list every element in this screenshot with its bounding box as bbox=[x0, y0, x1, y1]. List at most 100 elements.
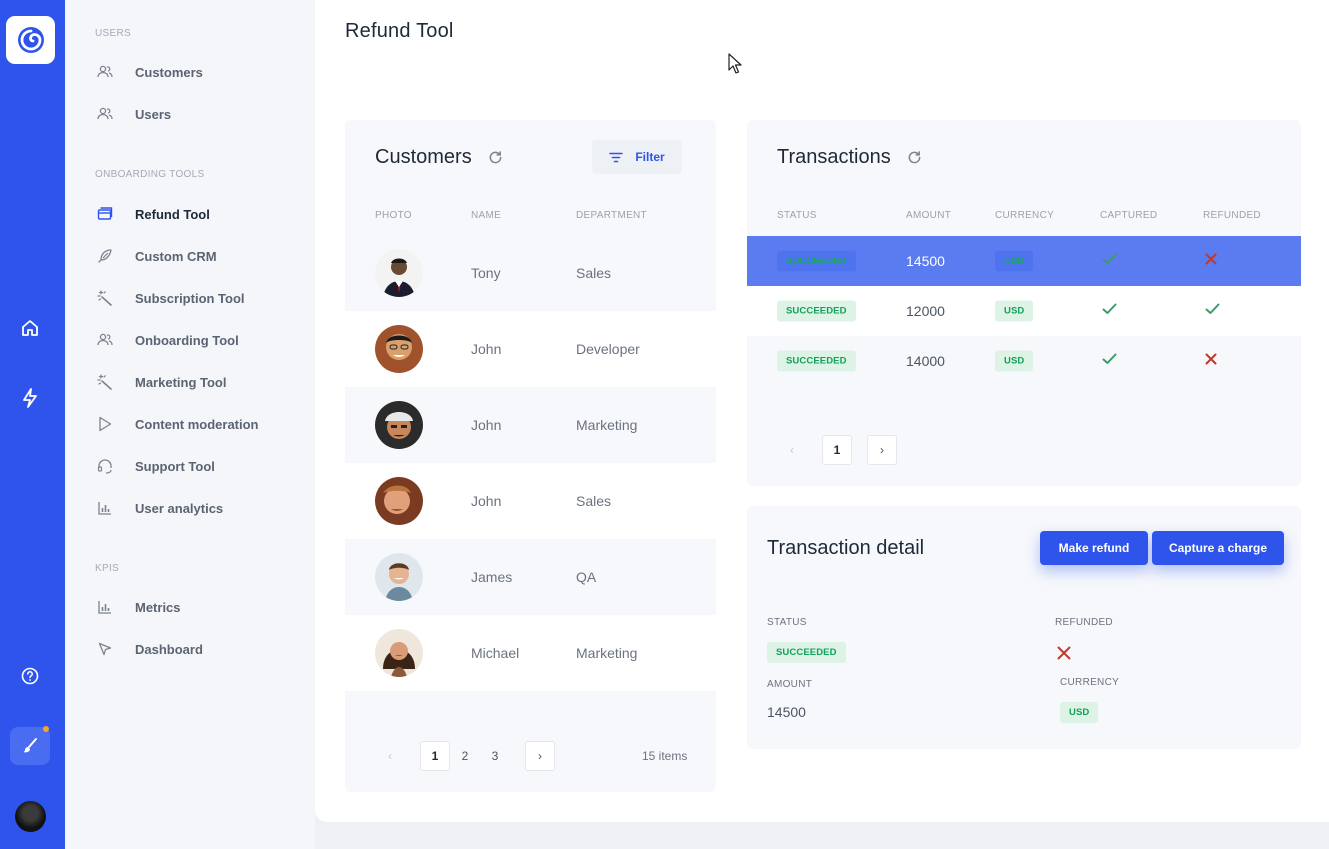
users-icon bbox=[95, 62, 115, 82]
sidebar-item-metrics[interactable]: Metrics bbox=[95, 596, 181, 618]
sidebar-item-user-analytics[interactable]: User analytics bbox=[95, 497, 223, 519]
check-icon bbox=[1102, 252, 1117, 270]
sidebar-item-refund-tool[interactable]: Refund Tool bbox=[95, 203, 210, 225]
next-page-button[interactable]: › bbox=[525, 741, 555, 771]
table-row[interactable]: SUCCEEDED 12000 USD bbox=[747, 286, 1301, 336]
customers-card: Customers Filter PHOTO NAME DEPARTMENT T… bbox=[345, 120, 716, 792]
cross-icon bbox=[1205, 352, 1217, 370]
column-header-photo: PHOTO bbox=[375, 210, 412, 221]
customer-department: Sales bbox=[576, 265, 612, 281]
magic-wand-icon bbox=[95, 288, 115, 308]
magic-wand-icon bbox=[95, 372, 115, 392]
customer-name: James bbox=[471, 569, 513, 585]
transaction-amount: 12000 bbox=[906, 303, 945, 319]
sidebar-item-customers[interactable]: Customers bbox=[95, 61, 203, 83]
page-3-button[interactable]: 3 bbox=[480, 741, 510, 771]
page-1-button[interactable]: 1 bbox=[420, 741, 450, 771]
sidebar: USERS Customers Users ONBOARDING TOOLS R… bbox=[65, 0, 315, 849]
sidebar-item-support-tool[interactable]: Support Tool bbox=[95, 455, 215, 477]
table-row[interactable]: John Developer bbox=[345, 311, 716, 387]
help-icon[interactable] bbox=[18, 664, 42, 688]
sidebar-item-label: Users bbox=[135, 106, 172, 122]
headset-icon bbox=[95, 456, 115, 476]
notification-dot bbox=[43, 726, 49, 732]
check-icon bbox=[1205, 302, 1220, 320]
filter-icon bbox=[609, 152, 624, 162]
sidebar-item-label: User analytics bbox=[135, 500, 224, 516]
refresh-icon[interactable] bbox=[907, 150, 922, 165]
table-row-selected[interactable]: SUCCEEDED 14500 USD bbox=[747, 236, 1301, 286]
cursor-icon bbox=[95, 639, 115, 659]
customer-department: Developer bbox=[576, 341, 640, 357]
sidebar-item-users[interactable]: Users bbox=[95, 103, 171, 125]
table-row[interactable]: Michael Marketing bbox=[345, 615, 716, 691]
sidebar-item-content-moderation[interactable]: Content moderation bbox=[95, 413, 259, 435]
status-badge: SUCCEEDED bbox=[777, 350, 856, 372]
customer-department: Sales bbox=[576, 493, 612, 509]
sidebar-section-kpis: KPIS bbox=[95, 563, 119, 574]
column-header-currency: CURRENCY bbox=[995, 210, 1055, 221]
sidebar-item-label: Customers bbox=[135, 64, 203, 80]
logo-icon[interactable] bbox=[6, 16, 55, 64]
sidebar-item-label: Metrics bbox=[135, 599, 181, 615]
prev-page-button[interactable]: ‹ bbox=[375, 741, 405, 771]
capture-charge-button[interactable]: Capture a charge bbox=[1152, 531, 1284, 565]
customer-department: Marketing bbox=[576, 645, 638, 661]
sidebar-item-label: Refund Tool bbox=[135, 206, 210, 222]
page-2-button[interactable]: 2 bbox=[450, 741, 480, 771]
table-row[interactable]: SUCCEEDED 14000 USD bbox=[747, 336, 1301, 386]
transaction-amount: 14500 bbox=[906, 253, 945, 269]
avatar bbox=[375, 553, 423, 601]
refunded-label: REFUNDED bbox=[1055, 617, 1113, 628]
filter-label: Filter bbox=[635, 150, 665, 164]
sidebar-item-label: Support Tool bbox=[135, 458, 215, 474]
filter-button[interactable]: Filter bbox=[592, 140, 682, 174]
column-header-name: NAME bbox=[471, 210, 502, 221]
customers-title-text: Customers bbox=[375, 146, 472, 168]
table-row[interactable]: Tony Sales bbox=[345, 235, 716, 311]
customer-name: Tony bbox=[471, 265, 501, 281]
play-icon bbox=[95, 414, 115, 434]
sidebar-item-marketing-tool[interactable]: Marketing Tool bbox=[95, 371, 226, 393]
home-icon[interactable] bbox=[18, 316, 42, 340]
users-icon bbox=[95, 104, 115, 124]
sidebar-item-subscription-tool[interactable]: Subscription Tool bbox=[95, 287, 245, 309]
sidebar-section-users: USERS bbox=[95, 28, 131, 39]
sidebar-section-onboarding: ONBOARDING TOOLS bbox=[95, 169, 205, 180]
refresh-icon[interactable] bbox=[488, 150, 503, 165]
avatar bbox=[375, 249, 423, 297]
sidebar-item-label: Custom CRM bbox=[135, 248, 217, 264]
cross-icon bbox=[1057, 646, 1071, 665]
customer-name: John bbox=[471, 417, 502, 433]
table-row[interactable]: James QA bbox=[345, 539, 716, 615]
sidebar-item-dashboard[interactable]: Dashboard bbox=[95, 638, 203, 660]
transactions-title-text: Transactions bbox=[777, 146, 891, 168]
lightning-icon[interactable] bbox=[18, 386, 42, 410]
next-page-button[interactable]: › bbox=[867, 435, 897, 465]
page-1-button[interactable]: 1 bbox=[822, 435, 852, 465]
customer-department: QA bbox=[576, 569, 597, 585]
sidebar-item-label: Subscription Tool bbox=[135, 290, 245, 306]
currency-badge: USD bbox=[995, 300, 1034, 322]
users-icon bbox=[95, 330, 115, 350]
currency-badge: USD bbox=[995, 350, 1034, 372]
prev-page-button[interactable]: ‹ bbox=[777, 435, 807, 465]
brush-icon[interactable] bbox=[10, 726, 50, 765]
avatar bbox=[375, 629, 423, 677]
sidebar-item-custom-crm[interactable]: Custom CRM bbox=[95, 245, 217, 267]
column-header-captured: CAPTURED bbox=[1100, 210, 1158, 221]
user-avatar[interactable] bbox=[15, 801, 46, 832]
bar-chart-icon bbox=[95, 498, 115, 518]
customer-department: Marketing bbox=[576, 417, 638, 433]
table-row[interactable]: John Sales bbox=[345, 463, 716, 539]
customers-title: Customers bbox=[375, 146, 503, 169]
page-title: Refund Tool bbox=[345, 20, 454, 42]
status-badge: SUCCEEDED bbox=[777, 300, 856, 322]
column-header-amount: AMOUNT bbox=[906, 210, 952, 221]
check-icon bbox=[1102, 352, 1117, 370]
bar-chart-icon bbox=[95, 597, 115, 617]
avatar bbox=[375, 401, 423, 449]
table-row[interactable]: John Marketing bbox=[345, 387, 716, 463]
sidebar-item-onboarding-tool[interactable]: Onboarding Tool bbox=[95, 329, 239, 351]
make-refund-button[interactable]: Make refund bbox=[1040, 531, 1148, 565]
